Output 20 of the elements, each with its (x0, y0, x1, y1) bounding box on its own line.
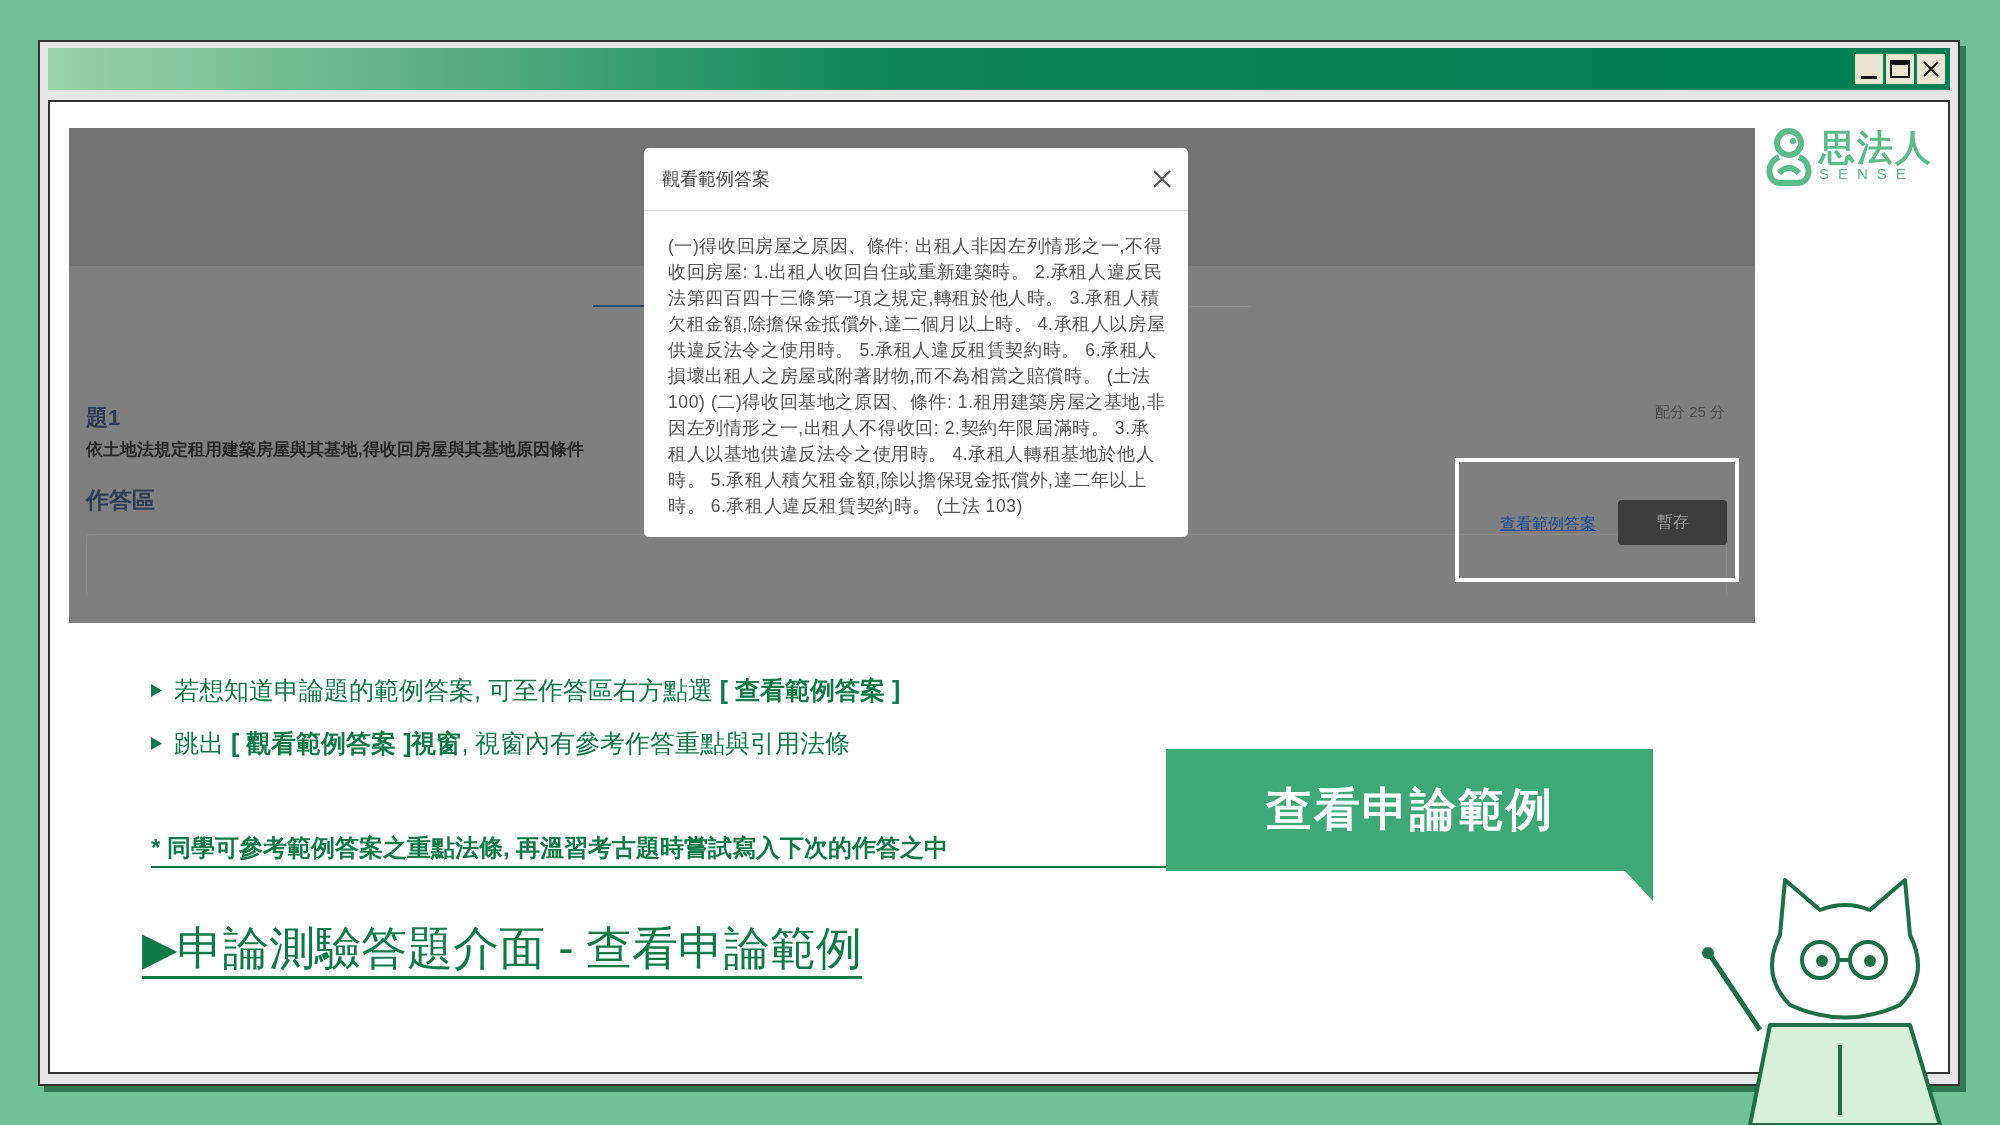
bullet-icon (151, 736, 162, 750)
section-heading: ▶申論測驗答題介面 - 查看申論範例 (142, 920, 863, 979)
logo-tagline: SENSE (1819, 165, 1915, 183)
maximize-icon[interactable] (1886, 54, 1914, 84)
question-label: 題1 (86, 404, 121, 432)
bullet-icon (151, 683, 162, 697)
logo-icon (1765, 127, 1813, 187)
dialog-text: (一)得收回房屋之原因、條件: 出租人非因左列情形之一,不得收回房屋: 1.出租人收回自住或重新建築時。 2.承租人違反民法第四百四十三條第一項之規定,轉租於他人時。 3.承租人積欠租金額,除擔保金抵償外,達二個月以上時。 4.承租人以房屋供違反法令之使用時。 5.承租人違反租賃契約時。 6.承租人損壞出租人之房屋或附著財物,而不為相當之賠償時。 (土法 100) (二)得收回基地之原因、條件: 1.租用建築房屋之基地,非因左列情形之一,出租人不得收回: 2.契約年限屆滿時。 3.承租人以基地供違反法令之使用時。 4.承租人轉租基地於他人時。 5.承租人積欠租金額,除以擔保現金抵償外,達二年以上時。 6.承租人違反租賃契約時。 (土法 103) (667, 235, 1167, 518)
close-icon[interactable] (1152, 169, 1172, 189)
title-banner: 查看申論範例 (1166, 749, 1653, 901)
note-text: 跳出 [ 觀看範例答案 ]視窗, 視窗內有參考作答重點與引用法條 (174, 727, 851, 759)
sample-answer-link[interactable]: 查看範例答案 (1500, 514, 1596, 535)
logo-name: 思法人 (1819, 131, 1933, 165)
note-text: 若想知道申論題的範例答案, 可至作答區右方點選 [ 查看範例答案 ] (174, 674, 901, 706)
close-icon[interactable] (1917, 54, 1945, 84)
question-text: 依土地法規定租用建築房屋與其基地,得收回房屋與其基地原因條件 (86, 439, 584, 460)
dialog-title: 觀看範例答案 (662, 168, 770, 191)
section-title: 作答區 (86, 486, 155, 515)
minimize-icon[interactable] (1855, 54, 1883, 84)
save-button[interactable]: 暫存 (1618, 500, 1727, 545)
